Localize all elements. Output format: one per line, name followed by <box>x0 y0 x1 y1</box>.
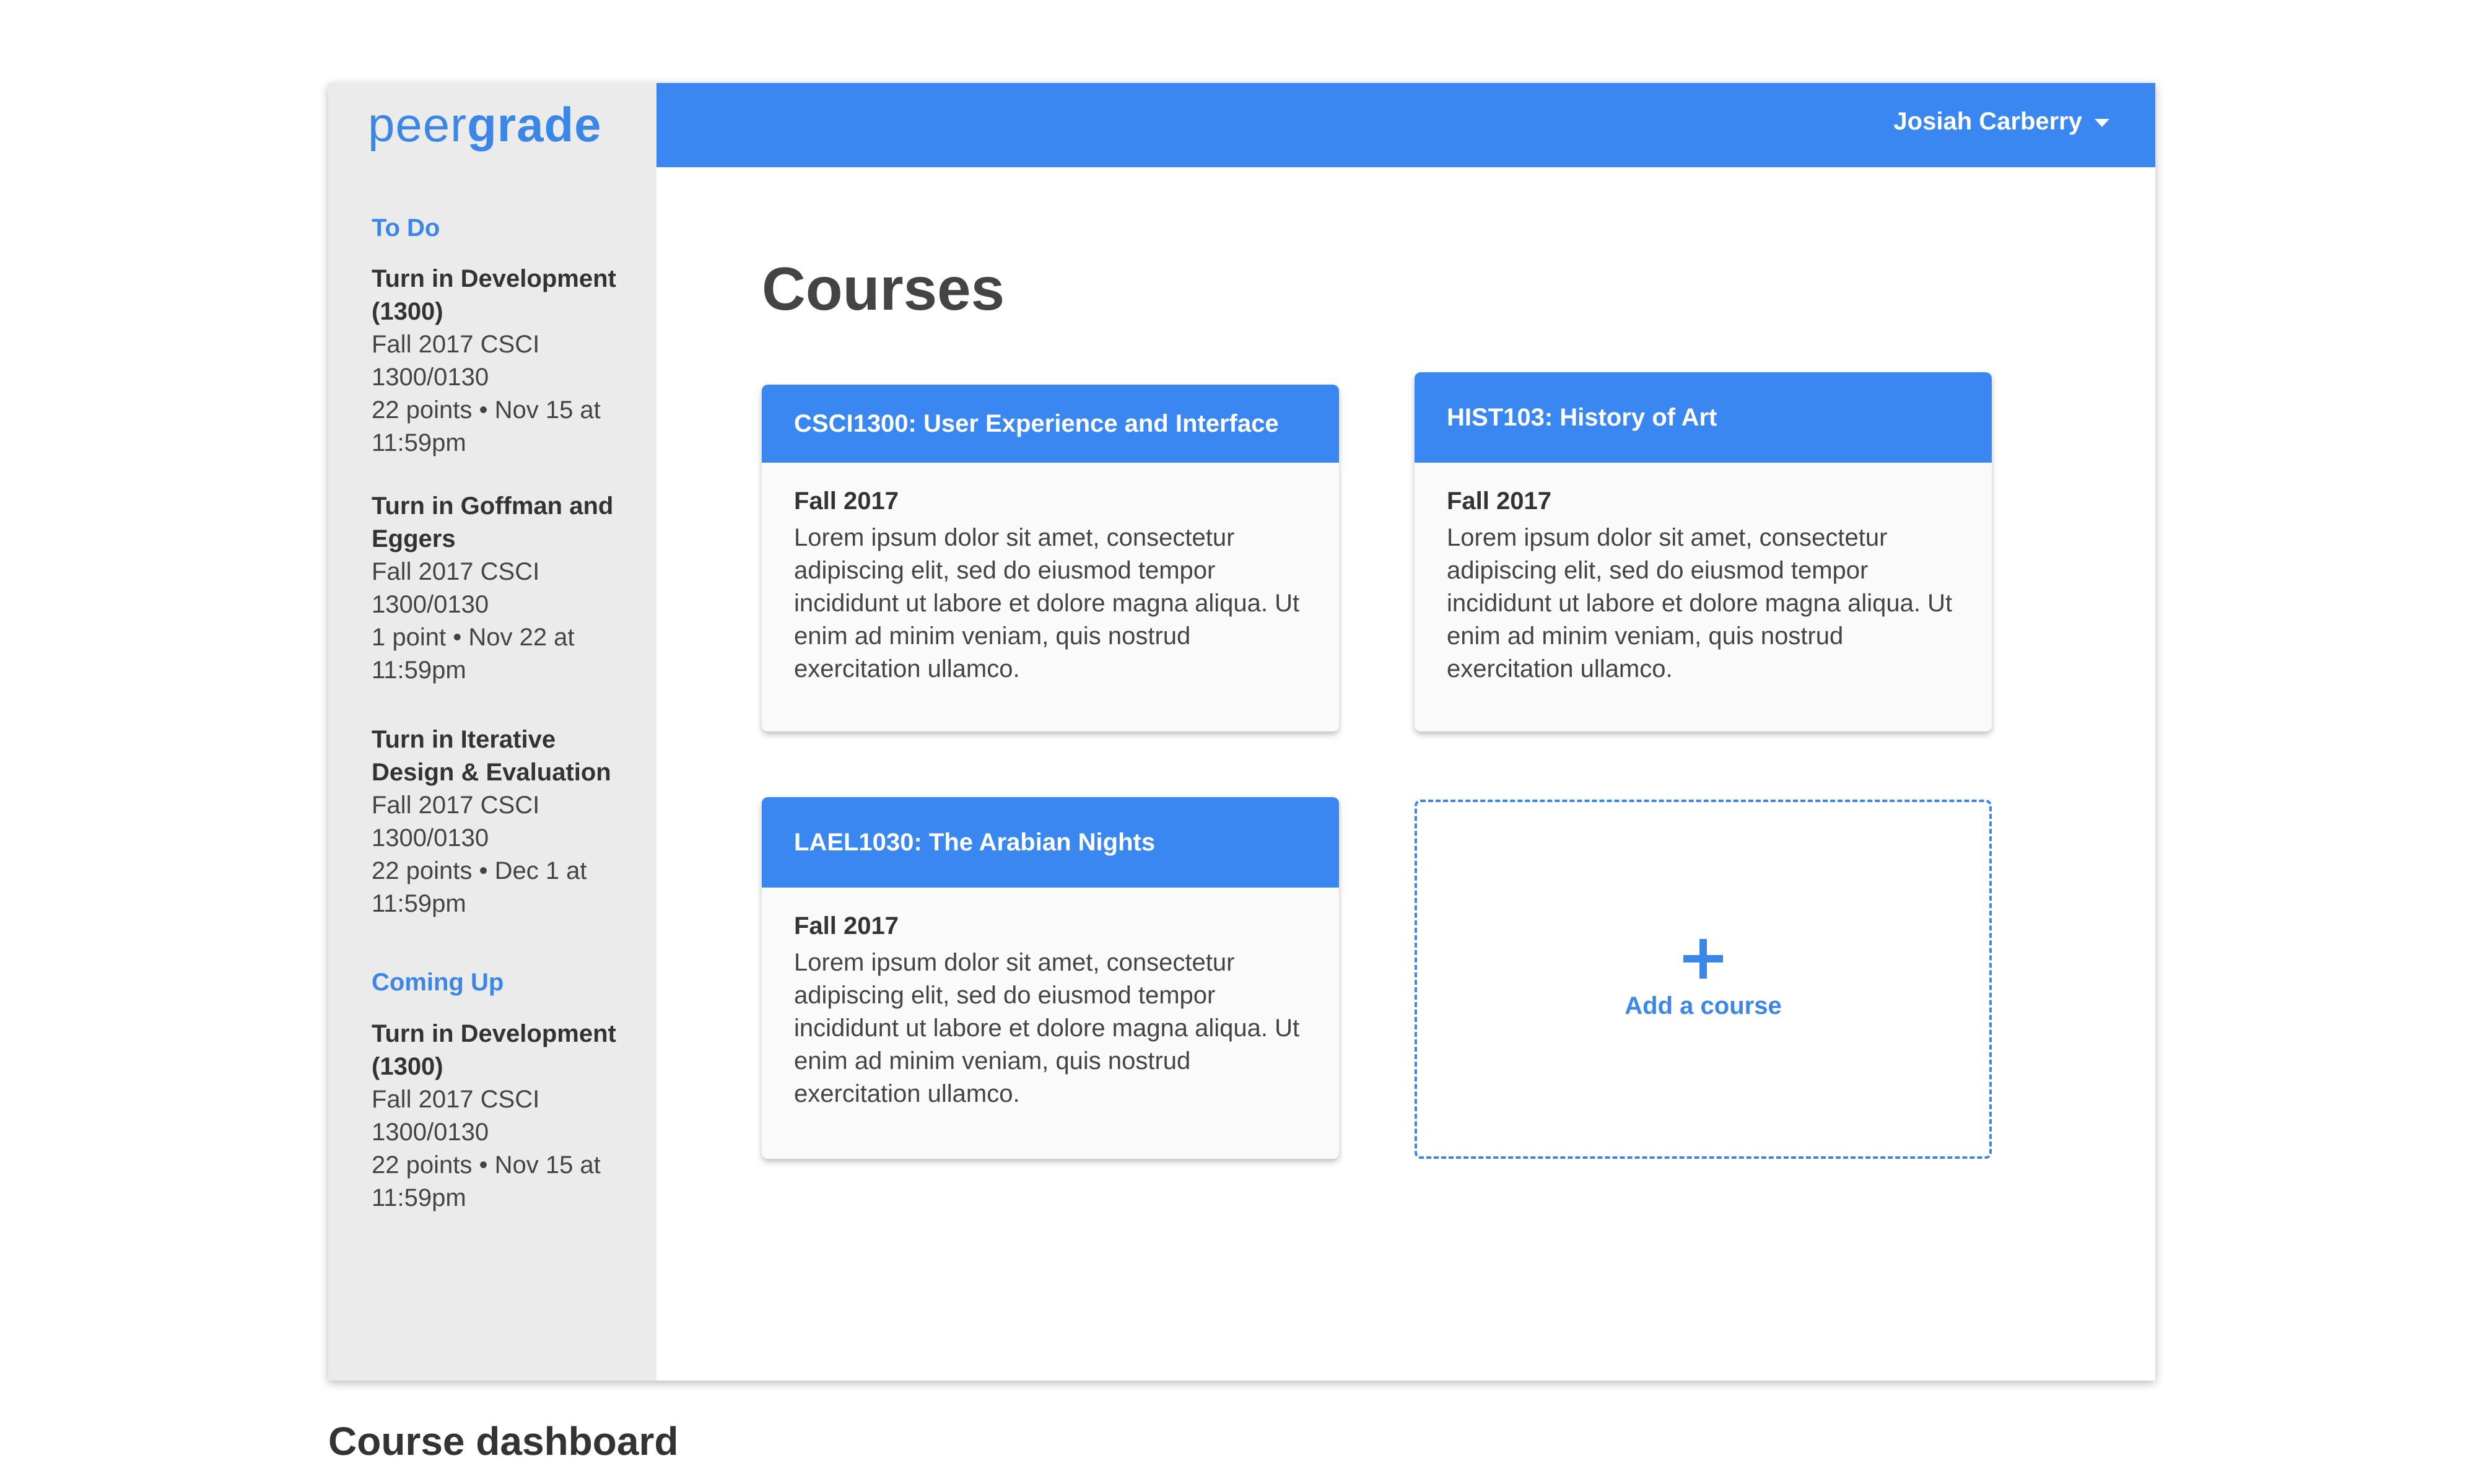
todo-item[interactable]: Turn in Iterative Design & Evaluation Fa… <box>372 723 632 920</box>
page-title: Courses <box>762 255 1005 323</box>
todo-heading: To Do <box>372 214 440 242</box>
top-bar: Josiah Carberry <box>656 83 2155 167</box>
course-description: Lorem ipsum dolor sit amet, consectetur … <box>1447 524 1953 683</box>
logo-light-text: peer <box>368 97 468 152</box>
add-course-button[interactable]: Add a course <box>1415 800 1992 1159</box>
coming-up-heading: Coming Up <box>372 969 504 996</box>
course-card[interactable]: CSCI1300: User Experience and Interface … <box>762 385 1339 731</box>
todo-item[interactable]: Turn in Goffman and Eggers Fall 2017 CSC… <box>372 490 632 687</box>
course-card-body: Fall 2017 Lorem ipsum dolor sit amet, co… <box>762 888 1339 1111</box>
caret-down-icon <box>2095 119 2109 127</box>
todo-item-title: Turn in Development (1300) <box>372 265 616 325</box>
user-menu[interactable]: Josiah Carberry <box>1893 108 2109 136</box>
upcoming-item[interactable]: Turn in Development (1300) Fall 2017 CSC… <box>372 1018 632 1215</box>
sidebar: peergrade To Do Turn in Development (130… <box>328 83 656 1381</box>
upcoming-item-detail: 22 points • Nov 15 at 11:59pm <box>372 1151 601 1211</box>
caption: Course dashboard <box>328 1419 679 1464</box>
todo-item-title: Turn in Goffman and Eggers <box>372 492 614 552</box>
todo-item-course: Fall 2017 CSCI 1300/0130 <box>372 331 540 391</box>
course-description: Lorem ipsum dolor sit amet, consectetur … <box>794 524 1300 683</box>
course-term: Fall 2017 <box>794 487 899 515</box>
course-term: Fall 2017 <box>794 912 899 940</box>
upcoming-item-title: Turn in Development (1300) <box>372 1020 616 1080</box>
todo-item-detail: 22 points • Dec 1 at 11:59pm <box>372 857 587 917</box>
plus-icon <box>1683 938 1723 979</box>
todo-item-course: Fall 2017 CSCI 1300/0130 <box>372 792 540 852</box>
todo-item-detail: 22 points • Nov 15 at 11:59pm <box>372 396 601 456</box>
course-term: Fall 2017 <box>1447 487 1552 515</box>
app-window: peergrade To Do Turn in Development (130… <box>328 83 2155 1381</box>
upcoming-item-course: Fall 2017 CSCI 1300/0130 <box>372 1086 540 1146</box>
user-name: Josiah Carberry <box>1893 108 2082 135</box>
todo-item-title: Turn in Iterative Design & Evaluation <box>372 726 611 786</box>
course-card-title: CSCI1300: User Experience and Interface <box>762 385 1339 463</box>
course-card-title: LAEL1030: The Arabian Nights <box>762 797 1339 888</box>
course-card[interactable]: HIST103: History of Art Fall 2017 Lorem … <box>1415 372 1992 731</box>
todo-item[interactable]: Turn in Development (1300) Fall 2017 CSC… <box>372 263 632 460</box>
course-description: Lorem ipsum dolor sit amet, consectetur … <box>794 949 1300 1107</box>
logo-bold-text: grade <box>467 97 602 152</box>
course-card-body: Fall 2017 Lorem ipsum dolor sit amet, co… <box>762 463 1339 686</box>
peergrade-logo[interactable]: peergrade <box>368 97 602 153</box>
course-card-title: HIST103: History of Art <box>1415 372 1992 463</box>
add-course-label: Add a course <box>1625 992 1782 1019</box>
todo-item-course: Fall 2017 CSCI 1300/0130 <box>372 558 540 618</box>
todo-item-detail: 1 point • Nov 22 at 11:59pm <box>372 624 575 684</box>
course-card[interactable]: LAEL1030: The Arabian Nights Fall 2017 L… <box>762 797 1339 1159</box>
course-card-body: Fall 2017 Lorem ipsum dolor sit amet, co… <box>1415 463 1992 686</box>
